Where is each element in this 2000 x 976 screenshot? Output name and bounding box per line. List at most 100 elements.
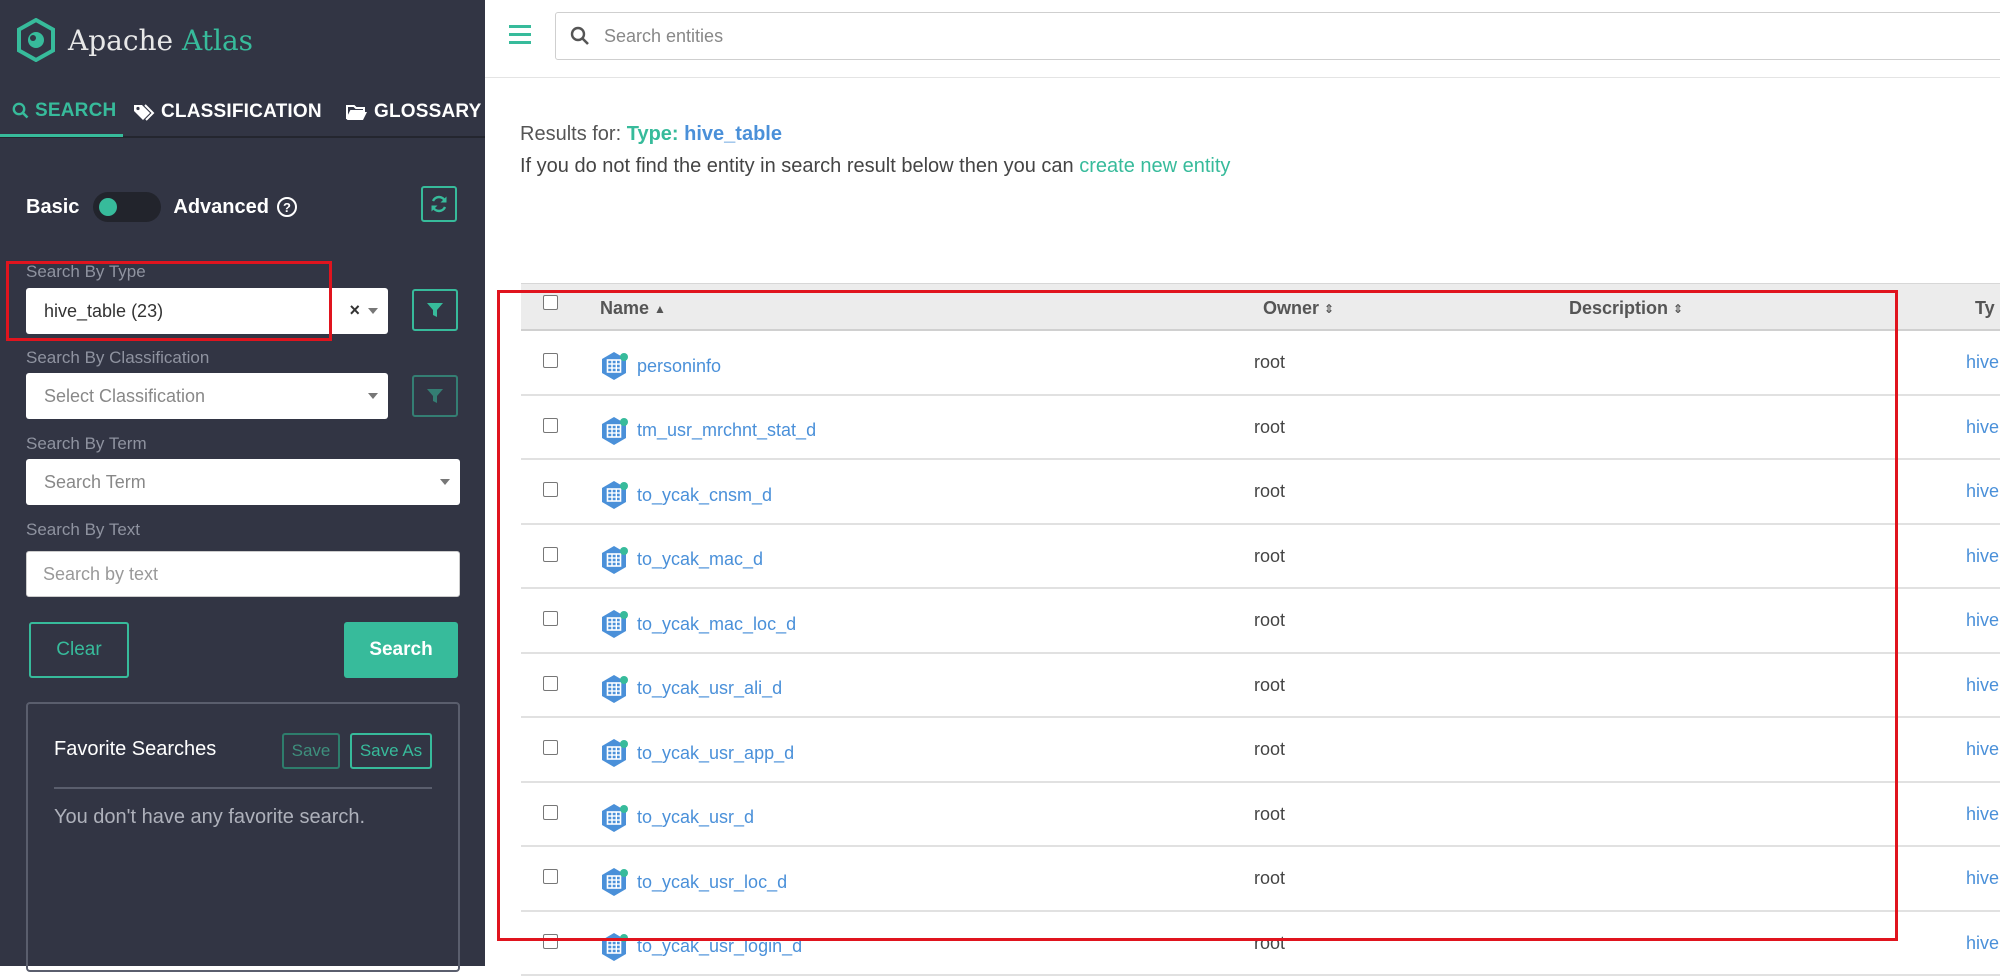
entity-type-link[interactable]: hive <box>1966 352 1999 373</box>
results-table: Name▲ Owner⇕ Description⇕ Ty personinfo r… <box>521 283 2000 976</box>
column-header-owner[interactable]: Owner⇕ <box>1263 298 1334 319</box>
table-row: to_ycak_mac_d root hive <box>521 525 2000 590</box>
entity-name-link[interactable]: to_ycak_usr_login_d <box>599 932 802 962</box>
entity-owner: root <box>1254 739 1285 760</box>
create-new-entity-link[interactable]: create new entity <box>1079 155 1230 177</box>
tab-glossary[interactable]: GLOSSARY <box>346 87 482 137</box>
entity-owner: root <box>1254 546 1285 567</box>
classification-filter-button[interactable] <box>412 375 458 417</box>
entity-owner: root <box>1254 481 1285 502</box>
row-checkbox[interactable] <box>543 934 558 949</box>
hive-table-icon <box>599 609 629 639</box>
entity-name: to_ycak_usr_d <box>637 807 754 828</box>
entity-name: to_ycak_usr_ali_d <box>637 678 782 699</box>
entity-name-link[interactable]: to_ycak_usr_d <box>599 803 754 833</box>
hint-text: If you do not find the entity in search … <box>520 155 1074 177</box>
entity-type-link[interactable]: hive <box>1966 804 1999 825</box>
table-row: to_ycak_usr_app_d root hive <box>521 718 2000 783</box>
type-filter-button[interactable] <box>412 289 458 331</box>
entity-name-link[interactable]: to_ycak_usr_loc_d <box>599 867 787 897</box>
term-filter-label: Search By Term <box>26 434 147 454</box>
column-header-description[interactable]: Description⇕ <box>1569 298 1683 319</box>
search-text-input[interactable] <box>26 551 460 597</box>
chevron-down-icon <box>440 479 450 485</box>
global-search-box[interactable] <box>555 12 2000 60</box>
table-row: to_ycak_usr_loc_droothive <box>521 847 2000 912</box>
row-checkbox[interactable] <box>543 547 558 562</box>
tab-search[interactable]: SEARCH <box>0 87 123 137</box>
entity-type-link[interactable]: hive <box>1966 546 1999 567</box>
row-checkbox[interactable] <box>543 676 558 691</box>
row-checkbox[interactable] <box>543 740 558 755</box>
mode-advanced-label: Advanced <box>173 196 269 219</box>
row-checkbox[interactable] <box>543 869 558 884</box>
row-checkbox[interactable] <box>543 611 558 626</box>
save-favorite-button[interactable]: Save <box>282 733 340 769</box>
entity-name-link[interactable]: to_ycak_usr_app_d <box>599 738 794 768</box>
entity-name-link[interactable]: to_ycak_mac_loc_d <box>599 609 796 639</box>
entity-type-link[interactable]: hive <box>1966 675 1999 696</box>
row-checkbox[interactable] <box>543 353 558 368</box>
row-checkbox[interactable] <box>543 482 558 497</box>
entity-type-link[interactable]: hive <box>1966 933 1999 954</box>
hive-table-icon <box>599 932 629 962</box>
entity-type-link[interactable]: hive <box>1966 481 1999 502</box>
entity-name: tm_usr_mrchnt_stat_d <box>637 420 816 441</box>
menu-toggle-icon[interactable] <box>509 25 531 45</box>
brand-logo[interactable]: Apache Atlas <box>16 18 253 62</box>
tab-classification[interactable]: CLASSIFICATION <box>133 87 338 137</box>
entity-type-link[interactable]: hive <box>1966 417 1999 438</box>
entity-owner: root <box>1254 610 1285 631</box>
chevron-down-icon <box>368 393 378 399</box>
term-select[interactable]: Search Term <box>26 459 460 505</box>
save-as-favorite-button[interactable]: Save As <box>350 733 432 769</box>
search-mode-row: Basic Advanced ? <box>26 190 297 224</box>
refresh-icon <box>429 194 449 214</box>
help-icon[interactable]: ? <box>277 197 297 217</box>
entity-name-link[interactable]: personinfo <box>599 351 721 381</box>
classification-select-placeholder: Select Classification <box>44 386 205 407</box>
column-header-name[interactable]: Name▲ <box>600 298 666 319</box>
clear-type-icon[interactable]: × <box>349 300 360 321</box>
hive-table-icon <box>599 738 629 768</box>
row-checkbox[interactable] <box>543 805 558 820</box>
favorite-searches-panel: Favorite Searches Save Save As You don't… <box>26 702 460 972</box>
refresh-button[interactable] <box>421 186 457 222</box>
tags-icon <box>133 103 155 121</box>
global-search-input[interactable] <box>602 25 1802 48</box>
create-entity-hint: If you do not find the entity in search … <box>520 155 1230 178</box>
entity-name-link[interactable]: to_ycak_cnsm_d <box>599 480 772 510</box>
toggle-knob <box>99 198 117 216</box>
column-header-type[interactable]: Ty <box>1975 298 1995 319</box>
filter-icon <box>426 301 444 319</box>
entity-name-link[interactable]: to_ycak_usr_ali_d <box>599 674 782 704</box>
type-filter-label: Search By Type <box>26 262 146 282</box>
entity-type-link[interactable]: hive <box>1966 610 1999 631</box>
select-all-checkbox[interactable] <box>543 295 558 310</box>
classification-select[interactable]: Select Classification <box>26 373 388 419</box>
entity-type-link[interactable]: hive <box>1966 739 1999 760</box>
entity-name-link[interactable]: tm_usr_mrchnt_stat_d <box>599 416 816 446</box>
chevron-down-icon <box>368 308 378 314</box>
search-mode-toggle[interactable] <box>93 192 161 222</box>
term-select-placeholder: Search Term <box>44 472 146 493</box>
tab-search-label: SEARCH <box>35 100 116 122</box>
tab-glossary-label: GLOSSARY <box>374 101 482 123</box>
entity-name: to_ycak_mac_d <box>637 549 763 570</box>
clear-button[interactable]: Clear <box>29 622 129 678</box>
row-checkbox[interactable] <box>543 418 558 433</box>
entity-type-link[interactable]: hive <box>1966 868 1999 889</box>
hive-table-icon <box>599 480 629 510</box>
favorite-empty-message: You don't have any favorite search. <box>54 806 365 829</box>
hive-table-icon <box>599 545 629 575</box>
hive-table-icon <box>599 351 629 381</box>
text-filter-label: Search By Text <box>26 520 140 540</box>
entity-name: to_ycak_cnsm_d <box>637 485 772 506</box>
type-select[interactable]: hive_table (23) × <box>26 288 388 334</box>
hive-table-icon <box>599 803 629 833</box>
favorite-searches-title: Favorite Searches <box>54 738 216 761</box>
entity-owner: root <box>1254 675 1285 696</box>
search-button[interactable]: Search <box>344 622 458 678</box>
table-row: to_ycak_usr_droothive <box>521 783 2000 848</box>
entity-name-link[interactable]: to_ycak_mac_d <box>599 545 763 575</box>
